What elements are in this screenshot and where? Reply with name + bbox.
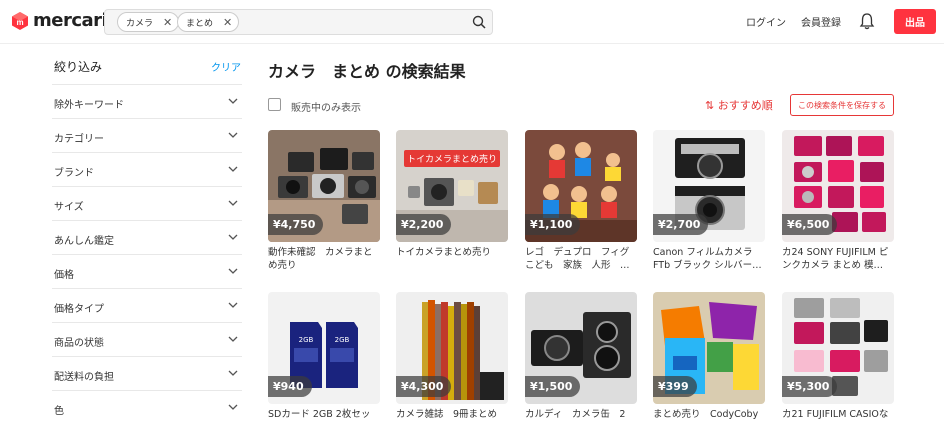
chip-label: まとめ [186, 18, 214, 29]
filter-shipping-fee[interactable]: 配送料の負担 [52, 356, 242, 390]
chevron-down-icon [228, 302, 238, 308]
filter-title: 絞り込み [54, 60, 103, 74]
chevron-down-icon [228, 98, 238, 104]
close-icon[interactable]: ✕ [223, 16, 232, 29]
filter-label: ブランド [54, 168, 94, 179]
filter-label: 除外キーワード [54, 100, 124, 111]
filter-condition[interactable]: 商品の状態 [52, 322, 242, 356]
chevron-down-icon [228, 370, 238, 376]
filter-label: サイズ [54, 202, 84, 213]
chevron-down-icon [228, 404, 238, 410]
chevron-down-icon [228, 336, 238, 342]
on-sale-only-checkbox[interactable] [268, 98, 281, 111]
item-price: ¥399 [653, 376, 697, 397]
filter-category[interactable]: カテゴリー [52, 118, 242, 152]
chevron-down-icon [228, 132, 238, 138]
sd-capacity-label: 2GB [335, 336, 350, 344]
clear-filters-link[interactable]: クリア [211, 59, 241, 74]
chevron-down-icon [228, 234, 238, 240]
filter-label: 価格 [54, 270, 74, 281]
chip-label: カメラ [126, 18, 154, 29]
filter-price[interactable]: 価格 [52, 254, 242, 288]
item-title[interactable]: カ24 SONY FUJIFILM ピンクカメラ まとめ 模… [782, 246, 894, 273]
close-icon[interactable]: ✕ [163, 16, 172, 29]
item-price: ¥4,750 [268, 214, 324, 235]
sd-capacity-label: 2GB [299, 336, 314, 344]
filter-label: 配送料の負担 [54, 372, 114, 383]
mercari-logo-icon: m [12, 11, 28, 30]
search-chip-camera[interactable]: カメラ ✕ [117, 12, 180, 32]
sort-select[interactable]: ⇅ おすすめ順 [705, 97, 773, 113]
item-title[interactable]: トイカメラまとめ売り [396, 246, 508, 273]
save-search-button[interactable]: この検索条件を保存する [790, 94, 894, 116]
item-title[interactable]: Canon フィルムカメラ FTb ブラック シルバー… [653, 246, 765, 273]
logo-text: mercari [33, 10, 108, 31]
login-link[interactable]: ログイン [746, 14, 786, 29]
filter-label: 商品の状態 [54, 338, 104, 349]
item-price: ¥4,300 [396, 376, 452, 397]
item-price: ¥940 [268, 376, 312, 397]
item-price: ¥1,500 [525, 376, 581, 397]
item-price: ¥2,200 [396, 214, 452, 235]
filter-label: 価格タイプ [54, 304, 104, 315]
item-price: ¥2,700 [653, 214, 709, 235]
on-sale-only-label[interactable]: 販売中のみ表示 [291, 99, 361, 114]
filter-color[interactable]: 色 [52, 390, 242, 424]
mercari-logo[interactable]: m mercari [10, 10, 108, 31]
overlay-banner-text: トイカメラまとめ売り [407, 153, 497, 165]
page-title: カメラ まとめ の検索結果 [268, 62, 466, 81]
chevron-down-icon [228, 268, 238, 274]
svg-text:m: m [16, 18, 23, 27]
search-bar[interactable]: カメラ ✕ まとめ ✕ [104, 9, 493, 35]
sell-button[interactable]: 出品 [894, 9, 936, 34]
filter-authentication[interactable]: あんしん鑑定 [52, 220, 242, 254]
filter-brand[interactable]: ブランド [52, 152, 242, 186]
signup-link[interactable]: 会員登録 [801, 14, 841, 29]
search-icon[interactable] [472, 15, 486, 29]
filter-size[interactable]: サイズ [52, 186, 242, 220]
item-title[interactable]: 動作未確認 カメラまとめ売り [268, 246, 380, 273]
header: m mercari カメラ ✕ まとめ ✕ ログイン 会員登録 出品 [0, 0, 944, 44]
item-price: ¥1,100 [525, 214, 581, 235]
filter-exclude-keyword[interactable]: 除外キーワード [52, 84, 242, 118]
search-chip-matome[interactable]: まとめ ✕ [177, 12, 240, 32]
filter-price-type[interactable]: 価格タイプ [52, 288, 242, 322]
chevron-down-icon [228, 200, 238, 206]
filter-label: あんしん鑑定 [54, 236, 114, 247]
item-price: ¥6,500 [782, 214, 838, 235]
item-price: ¥5,300 [782, 376, 838, 397]
filter-label: カテゴリー [54, 134, 104, 145]
chevron-down-icon [228, 166, 238, 172]
item-title[interactable]: レゴ デュプロ フィグ こども 家族 人形 … [525, 246, 637, 273]
filter-label: 色 [54, 406, 64, 417]
bell-icon[interactable] [859, 12, 875, 30]
